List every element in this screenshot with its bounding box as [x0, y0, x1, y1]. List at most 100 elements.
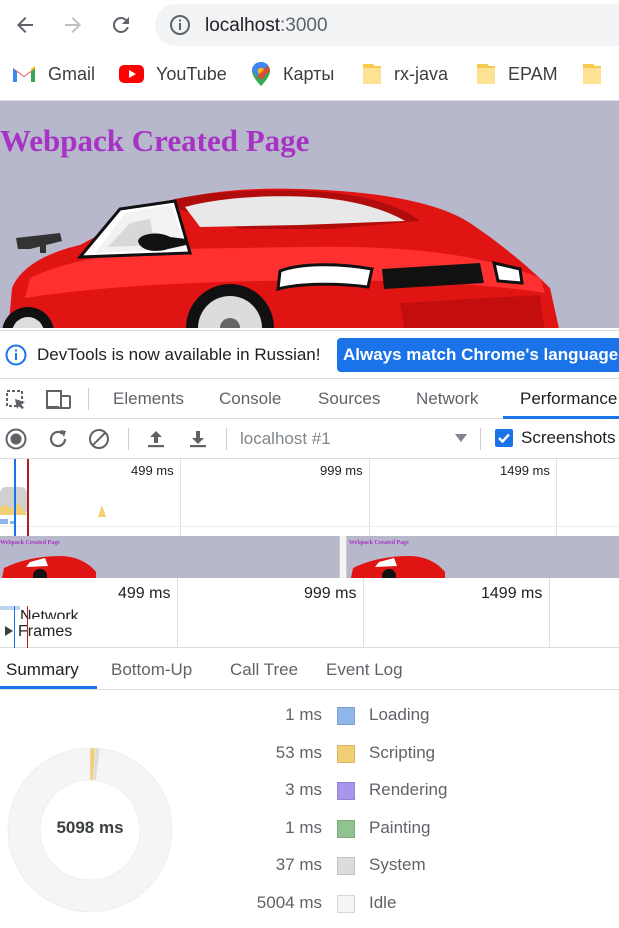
- color-swatch: [337, 782, 355, 801]
- gmail-icon: [12, 65, 36, 83]
- devtools-tab-bar: Elements Console Sources Network Perform…: [0, 378, 619, 419]
- grid-line: [363, 578, 364, 648]
- cpu-activity-graph: [0, 487, 619, 527]
- summary-label: Scripting: [369, 742, 436, 762]
- summary-label: Loading: [369, 705, 430, 724]
- bookmark-label: Карты: [283, 63, 335, 84]
- inspect-element-icon[interactable]: [5, 389, 27, 411]
- bookmark-label: EPAM: [508, 63, 558, 84]
- match-language-button[interactable]: Always match Chrome's language: [337, 338, 619, 372]
- url-text: localhost:3000: [205, 15, 328, 37]
- bookmark-gmail[interactable]: Gmail: [12, 62, 95, 86]
- bookmark-youtube[interactable]: YouTube: [119, 62, 227, 86]
- profile-target-select[interactable]: localhost #1: [240, 429, 331, 449]
- forward-button[interactable]: [58, 10, 88, 40]
- color-swatch: [337, 707, 355, 725]
- filmstrip-frame-heading: Webpack Created Page: [349, 540, 409, 546]
- performance-toolbar: localhost #1 Screenshots: [0, 419, 619, 459]
- timeline-tick: 999 ms: [304, 585, 357, 602]
- summary-value: 1 ms: [285, 705, 322, 724]
- bookmarks-bar: Gmail YouTube Карты rx-java EPAM: [0, 50, 619, 96]
- summary-row-scripting: 53 ms Scripting: [0, 741, 619, 767]
- info-icon[interactable]: [169, 14, 191, 36]
- reload-button[interactable]: [106, 10, 136, 40]
- filmstrip-divider: [339, 536, 347, 578]
- bookmark-label: rx-java: [394, 63, 449, 84]
- summary-row-idle: 5004 ms Idle: [0, 891, 619, 917]
- color-swatch: [337, 819, 355, 838]
- filmstrip-car-thumbnail: [351, 556, 445, 578]
- expand-triangle-icon[interactable]: [4, 625, 14, 637]
- page-viewport: Webpack Created Page: [0, 101, 619, 328]
- filmstrip-car-thumbnail: [2, 556, 96, 578]
- toolbar-separator: [226, 428, 227, 450]
- folder-icon: [582, 62, 602, 86]
- tab-performance[interactable]: Performance: [520, 389, 617, 409]
- color-swatch: [337, 895, 355, 913]
- load-event-marker: [27, 459, 29, 536]
- upload-icon[interactable]: [145, 428, 167, 450]
- youtube-icon: [119, 65, 144, 83]
- maps-pin-icon: [251, 62, 271, 86]
- summary-label: Rendering: [369, 780, 448, 800]
- bookmark-overflow[interactable]: [582, 62, 614, 86]
- url-host: localhost: [205, 15, 280, 36]
- timeline-tick: 499 ms: [118, 585, 171, 602]
- summary-value: 3 ms: [285, 780, 322, 800]
- tab-console[interactable]: Console: [219, 389, 281, 409]
- dom-content-loaded-marker: [14, 459, 16, 536]
- details-tab-bar: Summary Bottom-Up Call Tree Event Log: [0, 649, 619, 690]
- reload-icon: [112, 16, 129, 33]
- screenshots-label[interactable]: Screenshots: [521, 428, 616, 448]
- summary-value: 37 ms: [275, 855, 322, 875]
- summary-row-rendering: 3 ms Rendering: [0, 778, 619, 804]
- load-event-marker: [27, 606, 28, 648]
- tab-bottom-up[interactable]: Bottom-Up: [111, 660, 192, 680]
- checkmark-icon: [498, 433, 510, 444]
- arrow-right-icon: [65, 17, 81, 33]
- page-heading: Webpack Created Page: [0, 123, 310, 158]
- dropdown-triangle-icon[interactable]: [454, 433, 468, 443]
- filmstrip-frame-heading: Webpack Created Page: [0, 540, 60, 546]
- screenshots-filmstrip[interactable]: Webpack Created Page Webpack Created Pag…: [0, 536, 619, 578]
- tab-summary[interactable]: Summary: [6, 660, 79, 680]
- address-bar[interactable]: localhost:3000: [155, 4, 619, 46]
- devtools-language-infobar: DevTools is now available in Russian! Al…: [0, 330, 619, 377]
- bookmark-epam[interactable]: EPAM: [476, 62, 558, 86]
- reload-profile-icon[interactable]: [47, 428, 69, 450]
- url-port: :3000: [280, 15, 328, 36]
- bookmark-rx-java[interactable]: rx-java: [362, 62, 448, 86]
- color-swatch: [337, 744, 355, 763]
- summary-label: Painting: [369, 817, 431, 837]
- bookmark-maps[interactable]: Карты: [251, 62, 334, 86]
- screenshots-checkbox[interactable]: [495, 429, 513, 447]
- bookmark-label: Gmail: [48, 63, 96, 84]
- bookmark-label: YouTube: [156, 63, 227, 84]
- grid-line: [549, 578, 550, 648]
- summary-label: Idle: [369, 893, 397, 912]
- tab-sources[interactable]: Sources: [318, 389, 380, 409]
- network-request-bar: [0, 606, 20, 610]
- timeline-overview[interactable]: 499 ms 999 ms 1499 ms: [0, 459, 619, 536]
- tab-network[interactable]: Network: [416, 389, 478, 409]
- folder-icon: [476, 62, 496, 86]
- summary-pane: 5098 ms 1 ms Loading 53 ms Scripting 3 ms Ren…: [0, 690, 619, 928]
- summary-label: System: [369, 855, 426, 875]
- device-toolbar-icon[interactable]: [46, 389, 72, 411]
- tab-elements[interactable]: Elements: [113, 389, 184, 409]
- infobar-message: DevTools is now available in Russian!: [37, 345, 321, 364]
- red-car-image: [2, 188, 559, 328]
- download-icon[interactable]: [187, 428, 209, 450]
- folder-icon: [362, 62, 382, 86]
- arrow-left-icon: [17, 17, 33, 33]
- timeline-flamechart[interactable]: 499 ms 999 ms 1499 ms Network Frames: [0, 578, 619, 648]
- back-button[interactable]: [10, 10, 40, 40]
- toolbar-separator: [128, 428, 129, 450]
- color-swatch: [337, 857, 355, 876]
- summary-row-loading: 1 ms Loading: [0, 703, 619, 729]
- clear-icon[interactable]: [88, 428, 110, 450]
- tab-call-tree[interactable]: Call Tree: [230, 660, 298, 680]
- record-icon[interactable]: [5, 428, 27, 450]
- tab-event-log[interactable]: Event Log: [326, 660, 403, 680]
- summary-row-system: 37 ms System: [0, 853, 619, 879]
